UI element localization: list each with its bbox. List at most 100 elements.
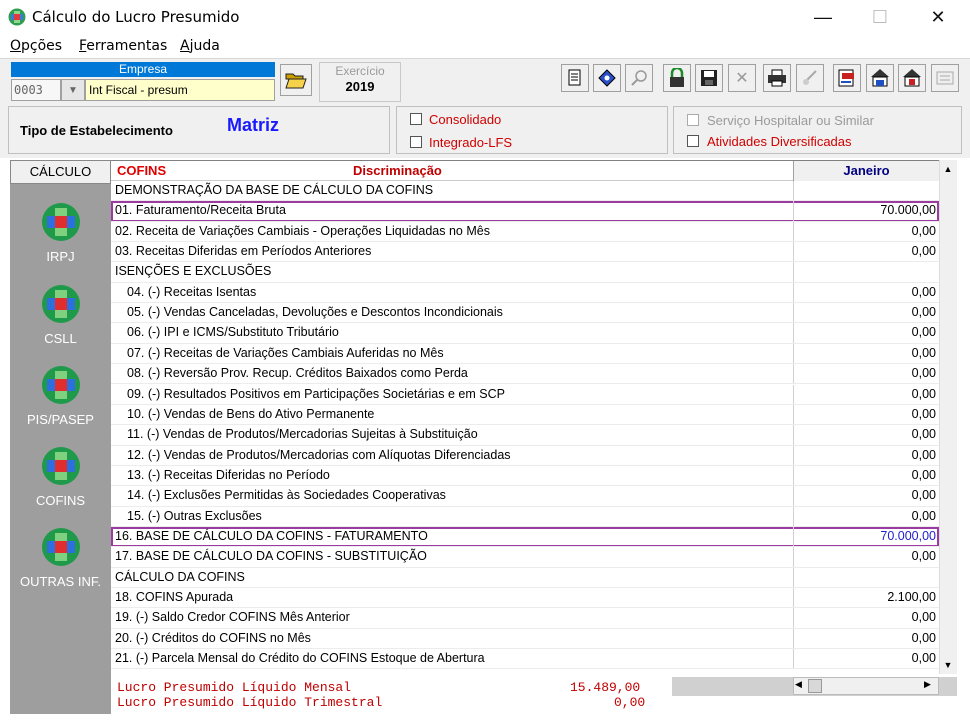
table-row[interactable]: 16. BASE DE CÁLCULO DA COFINS - FATURAME… [111, 526, 939, 548]
table-row[interactable]: 08. (-) Reversão Prov. Recup. Créditos B… [111, 364, 939, 385]
table-row[interactable]: 15. (-) Outras Exclusões 0,00 [111, 506, 939, 527]
search-button[interactable] [625, 64, 653, 92]
row-value[interactable]: 0,00 [912, 224, 936, 238]
vertical-scrollbar[interactable] [939, 160, 957, 674]
save-button[interactable] [695, 64, 723, 92]
row-value[interactable]: 0,00 [912, 549, 936, 563]
report-button[interactable] [931, 64, 959, 92]
table-row[interactable]: 06. (-) IPI e ICMS/Substituto Tributário… [111, 323, 939, 344]
sidebar-item-pis-pasep[interactable]: PIS/PASEP [10, 365, 111, 427]
menu-ajuda[interactable]: Ajuda [180, 38, 220, 54]
new-document-button[interactable] [561, 64, 589, 92]
table-row[interactable]: DEMONSTRAÇÃO DA BASE DE CÁLCULO DA COFIN… [111, 181, 939, 202]
sidebar-item-irpj[interactable]: IRPJ [10, 202, 111, 264]
close-button[interactable]: ✕ [915, 0, 961, 34]
maximize-button[interactable]: ☐ [857, 0, 903, 34]
row-description: 13. (-) Receitas Diferidas no Período [127, 467, 330, 482]
sidebar-item-cofins[interactable]: COFINS [10, 446, 111, 508]
table-row[interactable]: 09. (-) Resultados Positivos em Particip… [111, 384, 939, 405]
scroll-up-arrow-icon[interactable]: ▲ [939, 160, 957, 178]
row-value[interactable]: 0,00 [912, 610, 936, 624]
table-row[interactable]: 04. (-) Receitas Isentas 0,00 [111, 282, 939, 304]
table-row[interactable]: 02. Receita de Variações Cambiais - Oper… [111, 221, 939, 243]
row-value[interactable]: 70.000,00 [880, 529, 936, 543]
table-row[interactable]: ISENÇÕES E EXCLUSÕES [111, 262, 939, 283]
horizontal-scroll-thumb[interactable] [808, 679, 822, 693]
row-value[interactable]: 0,00 [912, 509, 936, 523]
table-row[interactable]: CÁLCULO DA COFINS [111, 567, 939, 588]
empresa-name-field[interactable]: Int Fiscal - presum [85, 79, 275, 101]
table-row[interactable]: 19. (-) Saldo Credor COFINS Mês Anterior… [111, 608, 939, 629]
table-row[interactable]: 20. (-) Créditos do COFINS no Mês 0,00 [111, 628, 939, 650]
table-row[interactable]: 21. (-) Parcela Mensal do Crédito do COF… [111, 649, 939, 670]
row-value[interactable]: 0,00 [912, 651, 936, 665]
row-value[interactable]: 0,00 [912, 407, 936, 421]
minimize-button[interactable]: — [800, 0, 846, 34]
table-row[interactable]: 17. BASE DE CÁLCULO DA COFINS - SUBSTITU… [111, 547, 939, 568]
menu-ferramentas[interactable]: Ferramentas [79, 38, 167, 54]
row-value[interactable]: 0,00 [912, 427, 936, 441]
atividades-checkbox[interactable] [687, 135, 699, 147]
row-value[interactable]: 0,00 [912, 305, 936, 319]
table-row[interactable]: 14. (-) Exclusões Permitidas às Sociedad… [111, 486, 939, 507]
empresa-code-field[interactable]: 0003 [11, 79, 61, 101]
row-value[interactable]: 0,00 [912, 468, 936, 482]
row-value[interactable]: 70.000,00 [880, 203, 936, 217]
grid-header-month[interactable]: Janeiro [793, 161, 939, 181]
row-value[interactable]: 0,00 [912, 448, 936, 462]
table-row[interactable]: 03. Receitas Diferidas em Períodos Anter… [111, 242, 939, 263]
row-description: 09. (-) Resultados Positivos em Particip… [127, 386, 505, 401]
globe-icon [41, 366, 80, 404]
servico-hospitalar-checkbox[interactable] [687, 114, 699, 126]
lock-button[interactable] [663, 64, 691, 92]
print-icon [768, 69, 786, 87]
row-value[interactable]: 0,00 [912, 366, 936, 380]
row-value[interactable]: 0,00 [912, 285, 936, 299]
lucro-trimestral-label: Lucro Presumido Líquido Trimestral [117, 695, 383, 710]
row-divider [111, 668, 939, 670]
row-value[interactable]: 0,00 [912, 244, 936, 258]
menu-label: pções [21, 38, 63, 54]
house-print-button[interactable] [866, 64, 894, 92]
table-row[interactable]: 11. (-) Vendas de Produtos/Mercadorias S… [111, 425, 939, 446]
table-row[interactable]: 10. (-) Vendas de Bens do Ativo Permanen… [111, 404, 939, 426]
delete-button[interactable]: ✕ [728, 64, 756, 92]
table-row[interactable]: 18. COFINS Apurada 2.100,00 [111, 588, 939, 609]
column-divider [793, 282, 794, 304]
brush-button[interactable] [796, 64, 824, 92]
scroll-left-arrow-icon[interactable]: ◀ [795, 679, 802, 690]
row-value[interactable]: 0,00 [912, 346, 936, 360]
row-value[interactable]: 0,00 [912, 325, 936, 339]
table-row[interactable]: 05. (-) Vendas Canceladas, Devoluções e … [111, 303, 939, 324]
table-row[interactable]: 13. (-) Receitas Diferidas no Período 0,0… [111, 465, 939, 487]
sidebar-label: COFINS [35, 493, 86, 508]
row-value[interactable]: 2.100,00 [887, 590, 936, 604]
row-value[interactable]: 0,00 [912, 631, 936, 645]
grid-header-tax: COFINS [117, 163, 167, 178]
table-row[interactable]: 07. (-) Receitas de Variações Cambiais A… [111, 343, 939, 365]
row-value[interactable]: 0,00 [912, 387, 936, 401]
row-description: 20. (-) Créditos do COFINS no Mês [115, 630, 311, 645]
open-folder-button[interactable] [280, 64, 312, 96]
house-calc-button[interactable] [898, 64, 926, 92]
row-description: 01. Faturamento/Receita Bruta [115, 203, 286, 218]
scroll-down-arrow-icon[interactable]: ▼ [939, 656, 957, 674]
integrado-checkbox[interactable] [410, 136, 422, 148]
navigate-button[interactable] [593, 64, 621, 92]
empresa-lookup-button[interactable]: ▼ [61, 79, 85, 101]
row-description: CÁLCULO DA COFINS [115, 569, 245, 584]
export-button[interactable] [833, 64, 861, 92]
menu-opcoes[interactable]: Opções [10, 38, 62, 54]
print-button[interactable] [763, 64, 791, 92]
exercicio-year[interactable]: 2019 [320, 79, 400, 94]
sidebar-item-outras-inf[interactable]: OUTRAS INF. [10, 527, 111, 589]
table-row[interactable]: 12. (-) Vendas de Produtos/Mercadorias c… [111, 445, 939, 466]
consolidado-label: Consolidado [429, 112, 502, 127]
scroll-right-arrow-icon[interactable]: ▶ [924, 679, 931, 690]
row-value[interactable]: 0,00 [912, 488, 936, 502]
sidebar-item-csll[interactable]: CSLL [10, 284, 111, 346]
consolidado-checkbox[interactable] [410, 113, 422, 125]
column-divider [793, 303, 794, 324]
table-row[interactable]: 01. Faturamento/Receita Bruta 70.000,00 [111, 201, 939, 222]
column-divider [793, 384, 794, 405]
